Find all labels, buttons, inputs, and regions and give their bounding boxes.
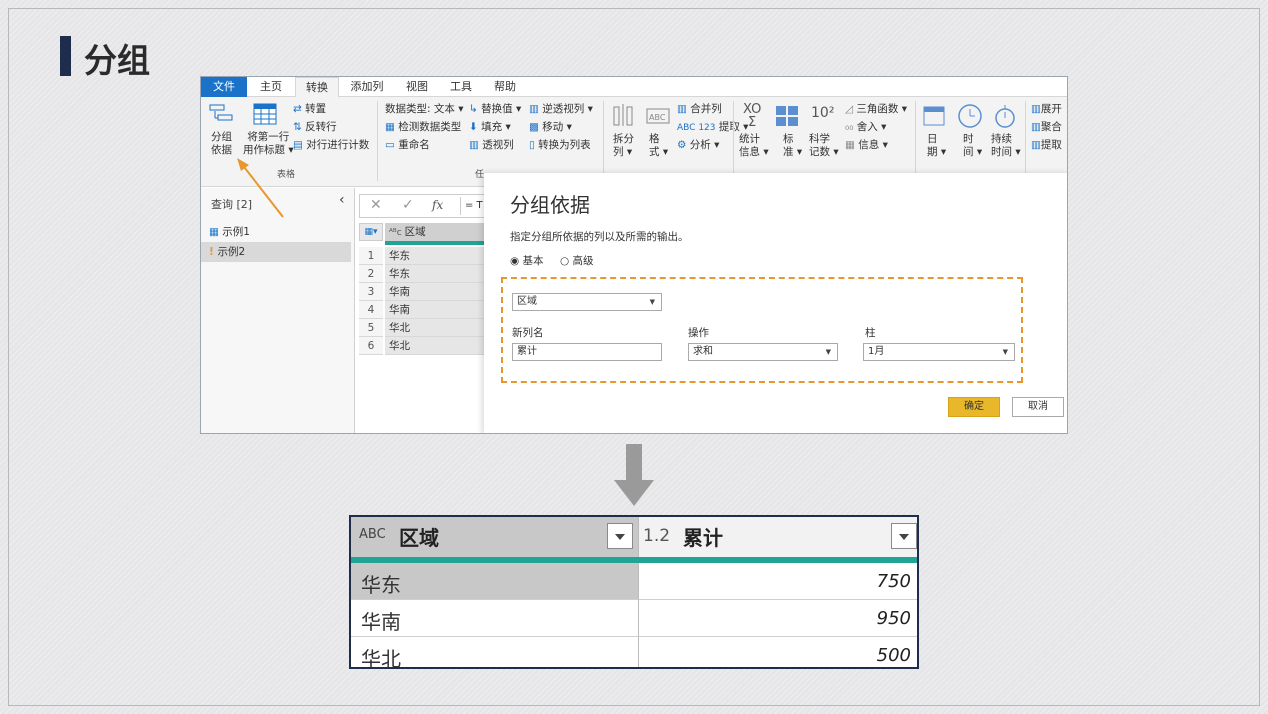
result-header-region[interactable]: ABC 区域: [351, 517, 638, 557]
annotation-arrow: [237, 158, 284, 218]
down-arrow-icon: [614, 444, 654, 506]
decimal-type-icon: 1.2: [643, 526, 671, 546]
result-table: ABC 区域 1.2 累计 华东 750 华南 950 华北 500: [349, 515, 919, 669]
result-col2-label: 累计: [683, 526, 723, 550]
result-col1-label: 区域: [399, 526, 439, 550]
region-value: 华东: [361, 573, 401, 597]
col2-filter-dropdown[interactable]: [891, 523, 917, 549]
title-accent-bar: [60, 36, 71, 76]
slide-title: 分组: [84, 41, 150, 80]
result-row-region[interactable]: 华南: [351, 600, 638, 637]
region-value: 华北: [361, 647, 401, 669]
result-header-total[interactable]: 1.2 累计: [638, 517, 917, 557]
result-row-total[interactable]: 950: [638, 600, 917, 637]
power-query-screenshot: 文件 主页 转换 添加列 视图 工具 帮助 分组 依据 将第一行 用作标题 ▾ ⇄ …: [200, 76, 1068, 434]
total-value: 950: [876, 608, 911, 629]
total-value: 500: [876, 645, 911, 666]
region-value: 华南: [361, 610, 401, 634]
text-type-icon: ABC: [359, 527, 386, 542]
col1-filter-dropdown[interactable]: [607, 523, 633, 549]
result-row-total[interactable]: 500: [638, 637, 917, 667]
total-value: 750: [876, 571, 911, 592]
result-row-total[interactable]: 750: [638, 563, 917, 600]
result-row-region[interactable]: 华北: [351, 637, 638, 669]
result-row-region[interactable]: 华东: [351, 563, 638, 600]
